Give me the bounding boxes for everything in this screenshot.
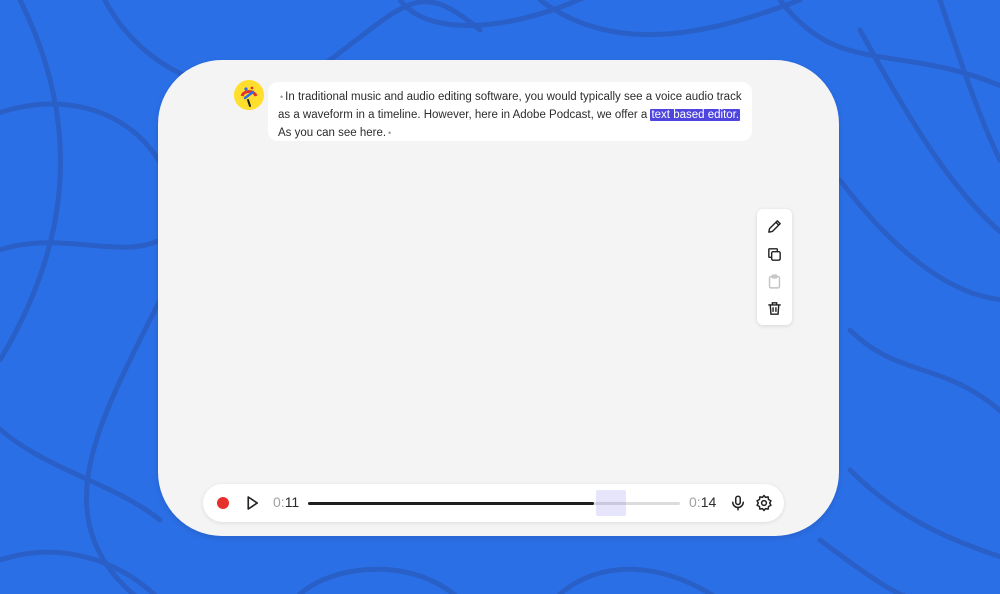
playback-bar: 0:11 0:14 <box>203 484 784 522</box>
current-time-prefix: 0: <box>273 494 285 510</box>
transcript-bubble[interactable]: • In traditional music and audio editing … <box>268 82 752 141</box>
pencil-icon[interactable] <box>766 218 783 235</box>
editor-window: • In traditional music and audio editing … <box>158 60 839 536</box>
record-icon[interactable] <box>217 497 229 509</box>
current-time: 0:11 <box>273 494 299 510</box>
microphone-icon[interactable] <box>729 494 747 512</box>
timeline-scrubber[interactable] <box>308 490 680 516</box>
transcript-text-after[interactable]: As you can see here. <box>278 127 386 139</box>
total-time-prefix: 0: <box>689 494 701 510</box>
paragraph-end-marker: • <box>388 128 392 138</box>
paste-icon <box>766 273 783 290</box>
gear-icon[interactable] <box>755 494 773 512</box>
total-time: 0:14 <box>689 494 716 510</box>
timeline-progress <box>308 502 595 505</box>
play-icon[interactable] <box>243 494 261 512</box>
avatar-illustration <box>234 80 264 110</box>
total-time-value: 14 <box>700 494 717 510</box>
timeline-selection[interactable] <box>596 490 627 516</box>
speaker-avatar[interactable] <box>234 80 264 110</box>
highlighted-text[interactable]: text based editor. <box>650 109 741 121</box>
edit-toolbar <box>757 209 792 325</box>
copy-icon[interactable] <box>766 246 783 263</box>
current-time-value: 11 <box>284 494 300 510</box>
trash-icon[interactable] <box>766 300 783 317</box>
